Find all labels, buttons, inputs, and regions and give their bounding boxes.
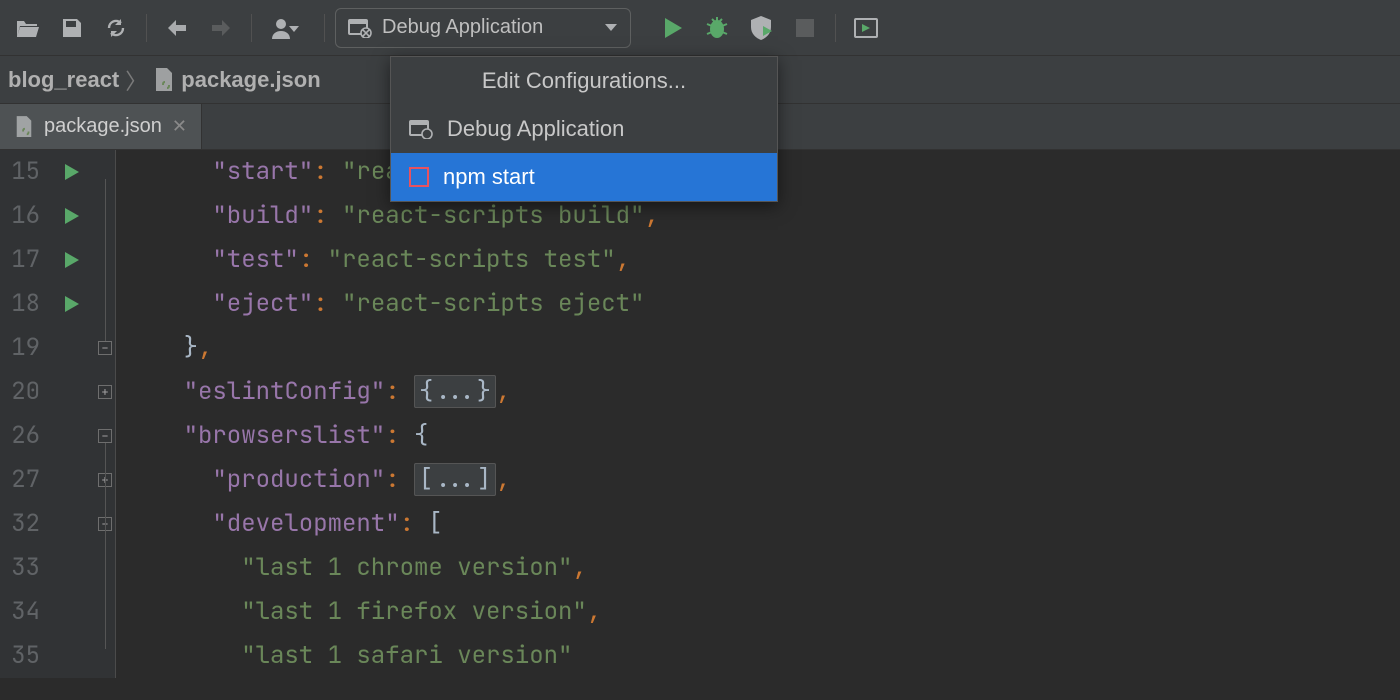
run-gutter [48,150,96,678]
run-coverage-icon[interactable] [741,8,781,48]
line-number: 33 [0,546,40,590]
line-number: 20 [0,370,40,414]
code-line[interactable]: "eslintConfig": {...}, [126,370,1400,414]
gutter-run-icon[interactable] [64,150,80,194]
breadcrumb-project[interactable]: blog_react [8,67,119,93]
dropdown-item-label: npm start [443,164,535,190]
nav-forward-icon [201,8,241,48]
dropdown-npm-start[interactable]: npm start [391,153,777,201]
line-number: 27 [0,458,40,502]
line-number: 19 [0,326,40,370]
dropdown-debug-application[interactable]: Debug Application [391,105,777,153]
debug-icon[interactable] [697,8,737,48]
debug-config-icon [348,18,372,38]
run-config-dropdown: Edit Configurations... Debug Application… [390,56,778,202]
chevron-down-icon [604,23,618,33]
run-anything-icon[interactable] [846,8,886,48]
line-number: 17 [0,238,40,282]
json-file-icon [153,67,175,93]
user-menu-icon[interactable] [262,8,314,48]
code-line[interactable]: "development": [ [126,502,1400,546]
code-editor[interactable]: 151617181920262732333435 –+–+– "start": … [0,150,1400,678]
line-number: 18 [0,282,40,326]
npm-icon [409,167,429,187]
fold-gutter: –+–+– [96,150,116,678]
breadcrumb-separator: 〉 [123,64,149,96]
run-configuration-selector[interactable]: Debug Application [335,8,631,48]
code-line[interactable]: }, [126,326,1400,370]
nav-back-icon[interactable] [157,8,197,48]
main-toolbar: Debug Application [0,0,1400,56]
line-number: 34 [0,590,40,634]
breadcrumb-file[interactable]: package.json [153,67,320,93]
dropdown-item-label: Edit Configurations... [482,68,686,94]
toolbar-separator [251,14,252,42]
line-number: 32 [0,502,40,546]
line-number: 15 [0,150,40,194]
breadcrumb-file-label: package.json [181,67,320,93]
gutter-run-icon[interactable] [64,282,80,326]
close-icon[interactable]: ✕ [172,116,187,137]
code-line[interactable]: "last 1 chrome version", [126,546,1400,590]
toolbar-separator [835,14,836,42]
breadcrumb-project-label: blog_react [8,67,119,93]
code-line[interactable]: "eject": "react-scripts eject" [126,282,1400,326]
save-all-icon[interactable] [52,8,92,48]
stop-icon [785,8,825,48]
dropdown-item-label: Debug Application [447,116,624,142]
tab-label: package.json [44,115,162,138]
fold-collapse-icon[interactable]: – [98,429,112,443]
code-line[interactable]: "test": "react-scripts test", [126,238,1400,282]
fold-expand-icon[interactable]: + [98,385,112,399]
gutter-run-icon[interactable] [64,238,80,282]
run-icon[interactable] [653,8,693,48]
code-line[interactable]: "last 1 firefox version", [126,590,1400,634]
tab-package-json[interactable]: package.json ✕ [0,104,202,149]
line-number-gutter: 151617181920262732333435 [0,150,48,678]
dropdown-edit-configurations[interactable]: Edit Configurations... [391,57,777,105]
gutter-run-icon[interactable] [64,194,80,238]
line-number: 16 [0,194,40,238]
line-number: 26 [0,414,40,458]
toolbar-separator [146,14,147,42]
code-line[interactable]: "browserslist": { [126,414,1400,458]
open-file-icon[interactable] [8,8,48,48]
code-line[interactable]: "last 1 safari version" [126,634,1400,678]
fold-collapse-icon[interactable]: – [98,341,112,355]
code-line[interactable]: "production": [...], [126,458,1400,502]
refresh-icon[interactable] [96,8,136,48]
json-file-icon [14,115,34,139]
run-configuration-label: Debug Application [382,16,543,39]
code-area[interactable]: "start": "rea "build": "react-scripts bu… [116,150,1400,678]
toolbar-separator [324,14,325,42]
debug-config-icon [409,119,433,139]
line-number: 35 [0,634,40,678]
